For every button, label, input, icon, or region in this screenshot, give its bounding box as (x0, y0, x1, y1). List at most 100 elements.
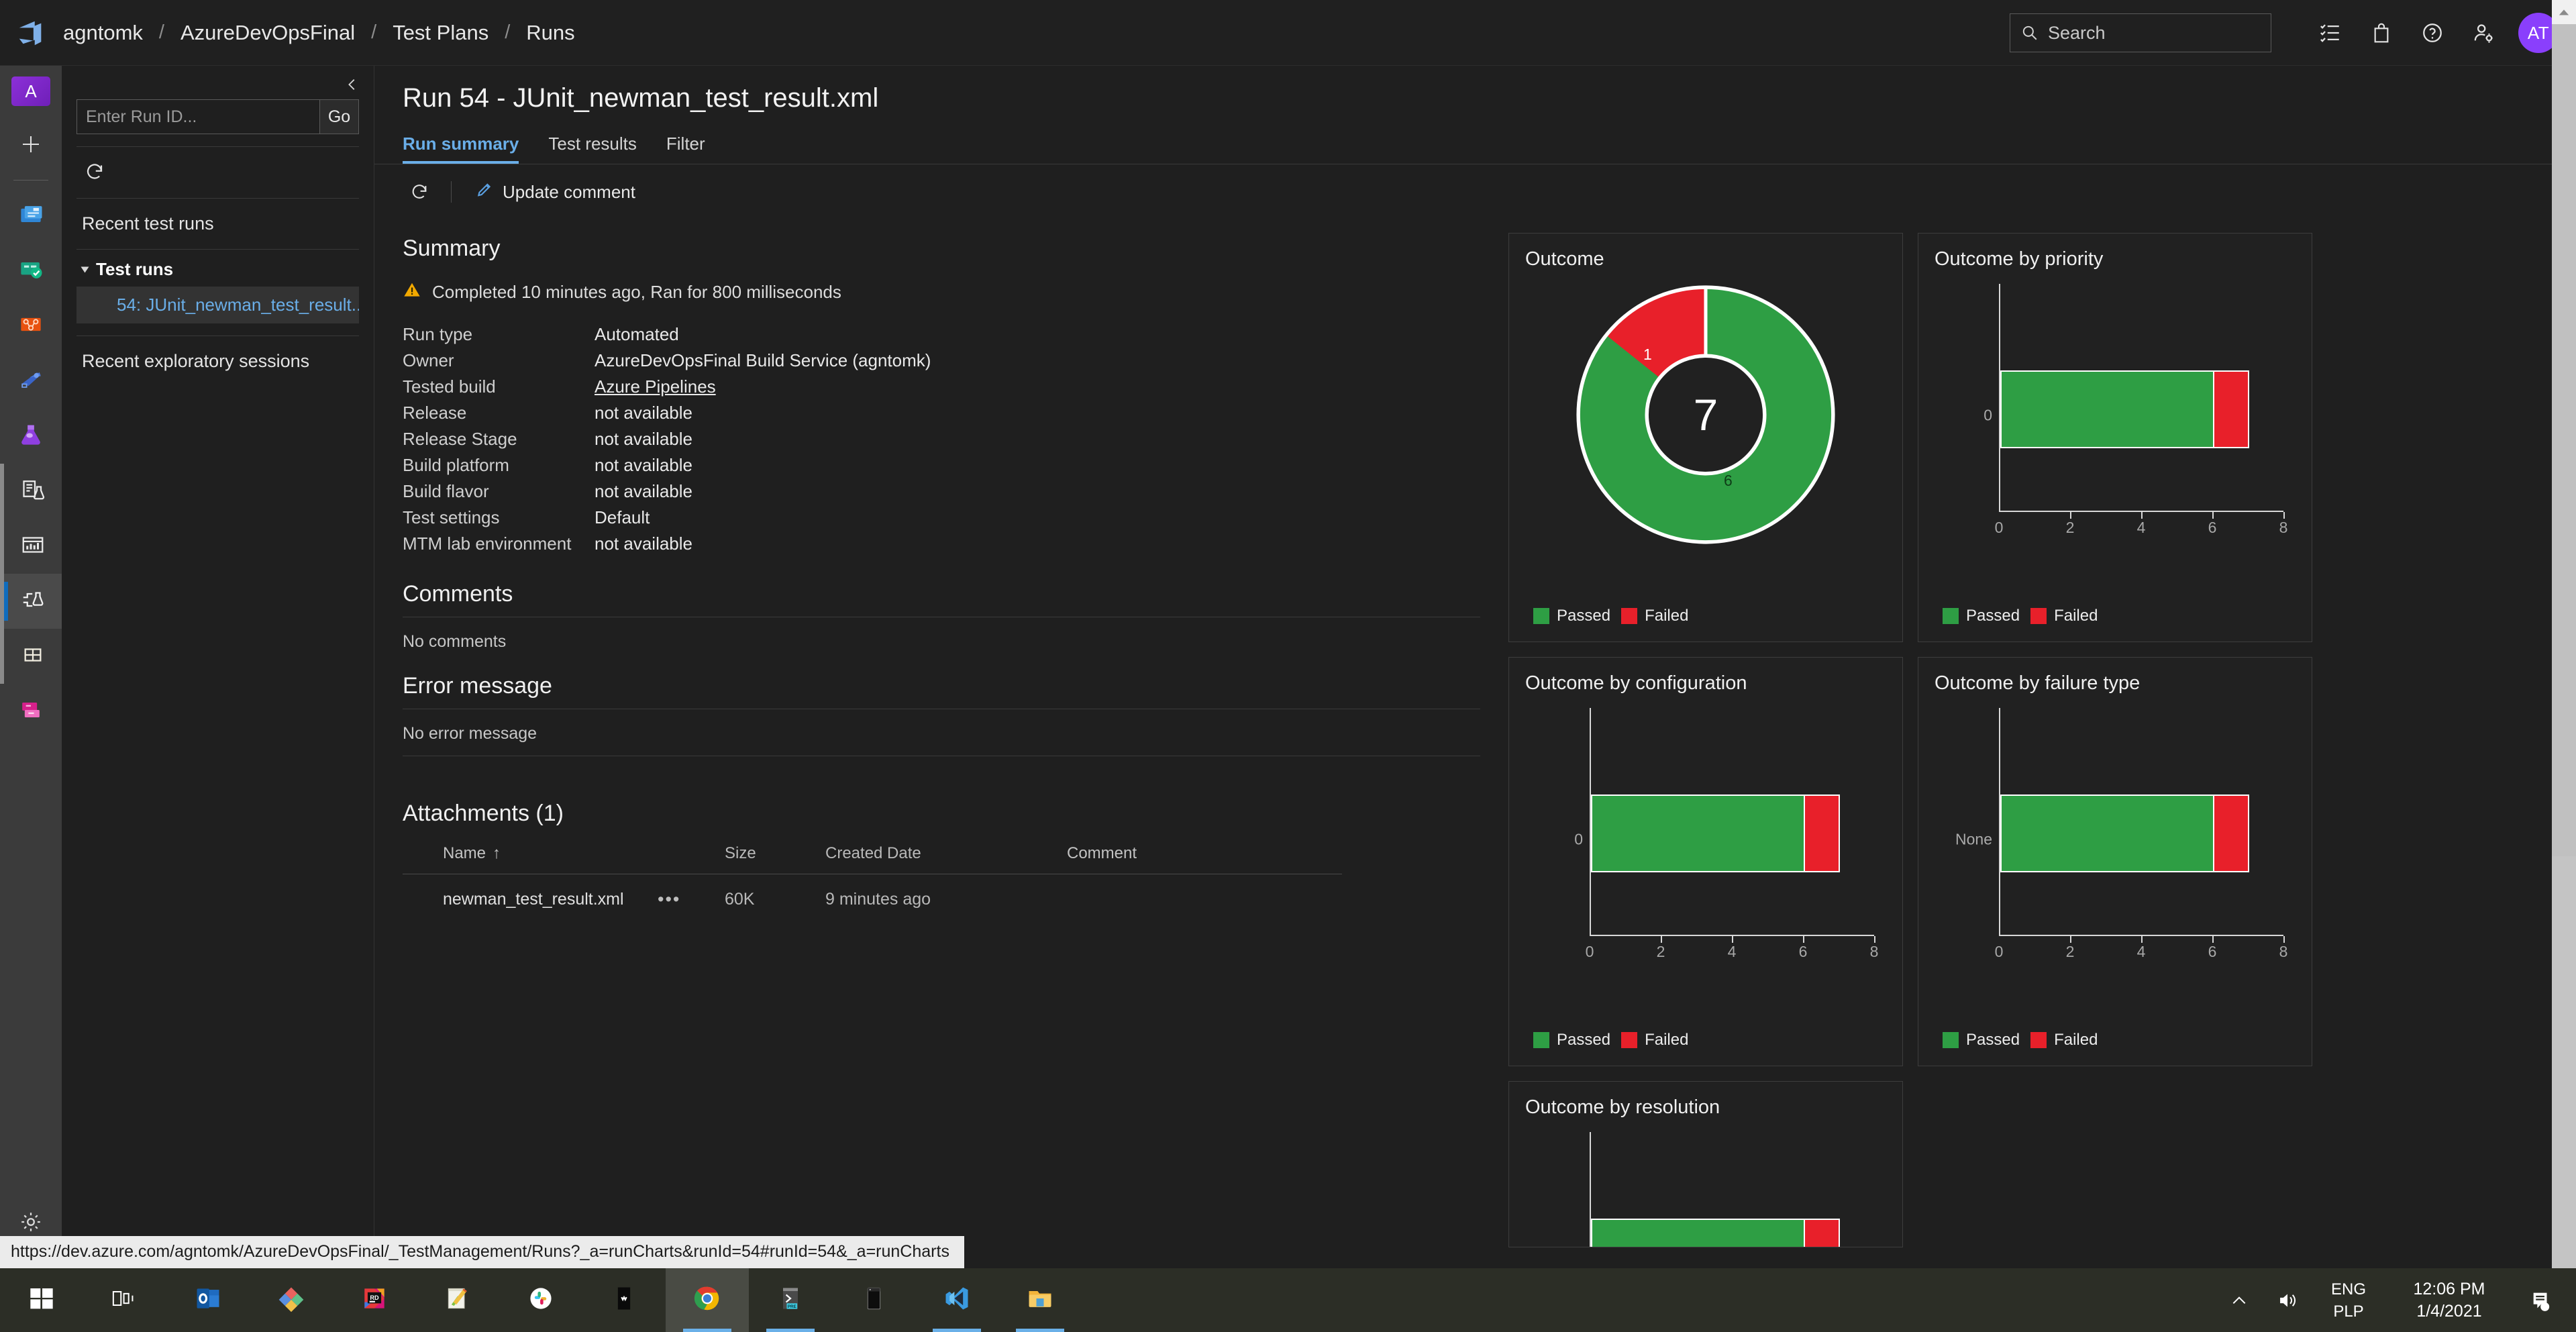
bar-segment-passed[interactable] (1592, 1220, 1804, 1247)
bar-segment-failed[interactable] (2213, 372, 2248, 447)
color-app[interactable] (250, 1268, 333, 1332)
test-runs-group-header[interactable]: Test runs (62, 250, 374, 287)
visual-studio-app[interactable] (915, 1268, 998, 1332)
bar-segment-passed[interactable] (1592, 796, 1804, 871)
legend-item-passed[interactable]: Passed (1943, 607, 2020, 625)
sidebar-item-parameters[interactable] (4, 629, 62, 684)
bar-segment-passed[interactable] (2002, 796, 2213, 871)
sidebar-item-test-plans[interactable] (0, 409, 62, 464)
clock[interactable]: 12:06 PM 1/4/2021 (2385, 1278, 2513, 1323)
bar-segment-failed[interactable] (1804, 1220, 1839, 1247)
slack-app[interactable] (499, 1268, 582, 1332)
main-header: Run 54 - JUnit_newman_test_result.xml Ru… (374, 66, 2576, 164)
breadcrumb-item-test-plans[interactable]: Test Plans (391, 21, 490, 45)
language-indicator[interactable]: ENG PLP (2312, 1278, 2385, 1323)
chrome-app[interactable] (666, 1268, 749, 1332)
legend-item-failed[interactable]: Failed (2030, 1031, 2098, 1049)
breadcrumb-item-org[interactable]: agntomk (62, 21, 144, 45)
tab-filter[interactable]: Filter (666, 134, 705, 164)
x-tick-0: 0 (1995, 519, 2004, 537)
sidebar-item-runs[interactable] (4, 574, 62, 629)
scrollbar-thumb[interactable] (2552, 24, 2576, 856)
donut-failed-value: 1 (1643, 346, 1652, 364)
powershell-preview-app[interactable]: PRE (749, 1268, 832, 1332)
bar-segment-failed[interactable] (1804, 796, 1839, 871)
column-header-comment[interactable]: Comment (1067, 844, 1342, 863)
legend-item-passed[interactable]: Passed (1533, 607, 1610, 625)
chrome-icon (692, 1283, 723, 1317)
legend-item-failed[interactable]: Failed (1621, 1031, 1688, 1049)
stacked-bar[interactable] (2000, 795, 2249, 872)
refresh-icon[interactable] (79, 156, 110, 187)
sidebar-item-boards[interactable] (0, 244, 62, 299)
bar-chart-failure-type[interactable]: None 0 2 (1935, 699, 2296, 980)
outcome-donut-chart[interactable]: 7 1 6 (1525, 270, 1886, 559)
legend-item-failed[interactable]: Failed (1621, 607, 1688, 625)
command-separator (451, 181, 452, 203)
list-item-run-54[interactable]: 54: JUnit_newman_test_result.... (76, 287, 359, 323)
column-header-size[interactable]: Size (725, 844, 825, 863)
stacked-bar[interactable] (1591, 795, 1840, 872)
sidebar-item-artifacts[interactable] (0, 684, 62, 739)
speaker-icon[interactable] (2263, 1268, 2312, 1332)
donut-total-label: 7 (1694, 389, 1718, 440)
scroll-up-arrow-icon[interactable] (2552, 0, 2576, 24)
bar-segment-failed[interactable] (2213, 796, 2248, 871)
sort-ascending-icon: ↑ (493, 844, 501, 862)
task-list-icon[interactable] (2305, 7, 2356, 58)
search-input[interactable]: Search (2048, 23, 2106, 44)
recent-test-runs-link[interactable]: Recent test runs (62, 199, 374, 249)
stacked-bar[interactable] (2000, 370, 2249, 448)
sidebar-item-pipelines[interactable] (0, 354, 62, 409)
dark-app[interactable] (582, 1268, 666, 1332)
legend-item-passed[interactable]: Passed (1943, 1031, 2020, 1049)
sidebar-item-test-plans-list[interactable] (4, 464, 62, 519)
x-axis-ticks: 0 2 4 6 8 (1999, 519, 2283, 539)
search-box[interactable]: Search (2010, 13, 2271, 52)
task-view-button[interactable] (83, 1268, 166, 1332)
azure-devops-logo-icon[interactable] (0, 17, 62, 48)
chevron-up-icon[interactable] (2215, 1268, 2263, 1332)
start-button[interactable] (0, 1268, 83, 1332)
sidebar-item-overview[interactable] (0, 189, 62, 244)
sidebar-item-repos[interactable] (0, 299, 62, 354)
notification-icon[interactable] (2513, 1268, 2569, 1332)
file-explorer-app[interactable] (998, 1268, 1082, 1332)
run-id-input[interactable] (76, 99, 320, 134)
chevron-left-icon[interactable] (339, 71, 366, 98)
tab-test-results[interactable]: Test results (548, 134, 637, 164)
rider-app[interactable]: RD (333, 1268, 416, 1332)
legend-item-passed[interactable]: Passed (1533, 1031, 1610, 1049)
tab-run-summary[interactable]: Run summary (403, 134, 519, 164)
bar-chart-configuration[interactable]: 0 0 2 (1525, 699, 1886, 980)
stacked-bar[interactable] (1591, 1219, 1840, 1247)
attachment-context-menu-icon[interactable]: ••• (658, 889, 725, 910)
column-header-name[interactable]: Name↑ (443, 844, 658, 863)
bar-segment-passed[interactable] (2002, 372, 2213, 447)
vertical-scrollbar[interactable] (2552, 0, 2576, 1268)
notepad-app[interactable] (416, 1268, 499, 1332)
user-settings-icon[interactable] (2458, 7, 2509, 58)
attachment-name[interactable]: newman_test_result.xml (443, 890, 658, 909)
update-comment-button[interactable]: Update comment (466, 176, 645, 209)
column-header-created-date[interactable]: Created Date (825, 844, 1067, 863)
bar-chart-priority[interactable]: 0 0 2 (1935, 274, 2296, 556)
table-row[interactable]: newman_test_result.xml ••• 60K 9 minutes… (403, 874, 1342, 910)
breadcrumb-item-runs[interactable]: Runs (525, 21, 576, 45)
sidebar-item-new[interactable] (0, 118, 62, 173)
refresh-icon[interactable] (403, 175, 436, 209)
marketplace-bag-icon[interactable] (2356, 7, 2407, 58)
breadcrumb-item-project[interactable]: AzureDevOpsFinal (179, 21, 356, 45)
summary-row-mtm-lab: MTM lab environment not available (403, 531, 1480, 557)
recent-exploratory-sessions-link[interactable]: Recent exploratory sessions (62, 336, 374, 387)
help-question-icon[interactable] (2407, 7, 2458, 58)
project-avatar[interactable]: A (11, 76, 50, 106)
outlook-app[interactable] (166, 1268, 250, 1332)
go-button[interactable]: Go (320, 99, 359, 134)
terminal-app[interactable] (832, 1268, 915, 1332)
sidebar-item-progress-report[interactable] (4, 519, 62, 574)
bar-chart-resolution[interactable]: None (1525, 1123, 1886, 1247)
legend-item-failed[interactable]: Failed (2030, 607, 2098, 625)
tested-build-link[interactable]: Azure Pipelines (595, 374, 716, 400)
summary-heading: Summary (403, 236, 1480, 262)
